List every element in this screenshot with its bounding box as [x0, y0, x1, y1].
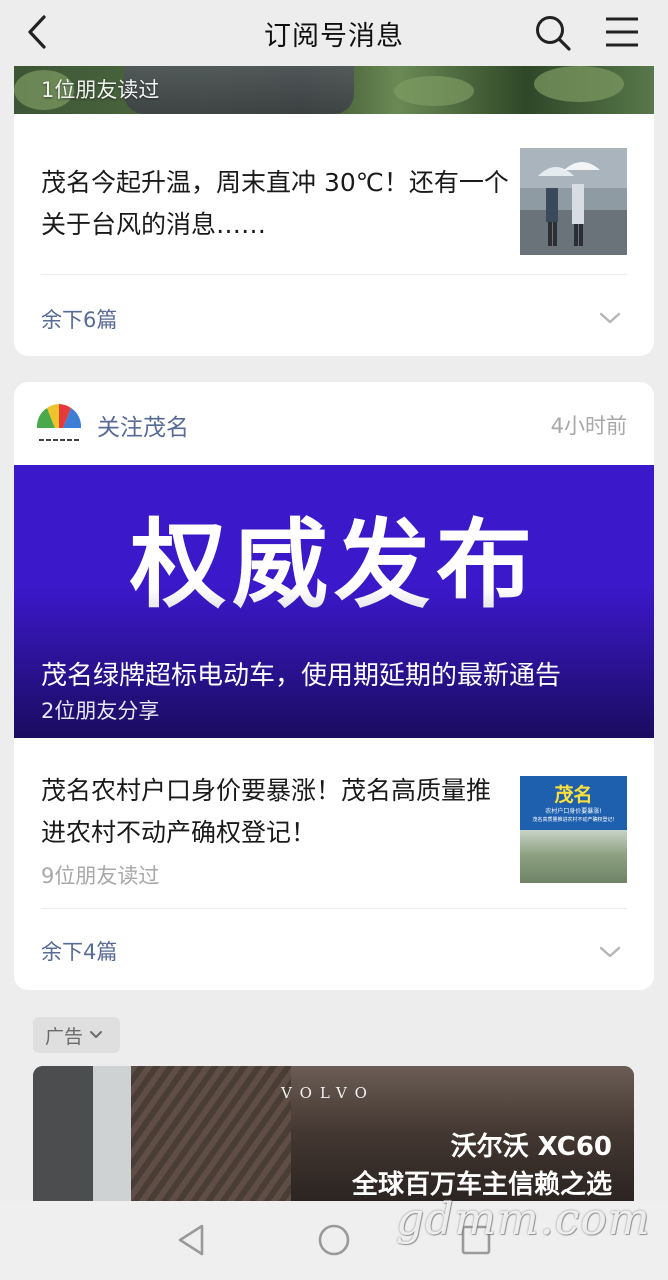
article-hero-image[interactable]: 1位朋友读过 — [14, 66, 654, 114]
featured-article-title[interactable]: 茂名绿牌超标电动车，使用期延期的最新通告 — [41, 655, 561, 692]
divider — [41, 274, 627, 275]
ad-label[interactable]: 广告 — [33, 1017, 120, 1053]
watermark: gdmm.com — [396, 1194, 651, 1245]
nav-back-icon[interactable] — [176, 1223, 206, 1261]
subscription-card: 关注茂名 4小时前 权威发布 茂名绿牌超标电动车，使用期延期的最新通告 2位朋友… — [14, 382, 654, 990]
featured-article-banner[interactable]: 权威发布 茂名绿牌超标电动车，使用期延期的最新通告 2位朋友分享 — [14, 465, 654, 738]
ad-background — [131, 1066, 291, 1201]
leaf-decoration — [394, 76, 474, 106]
article-title[interactable]: 茂名农村户口身价要暴涨！茂名高质量推进农村不动产确权登记！ — [41, 770, 511, 854]
article-item[interactable]: 茂名农村户口身价要暴涨！茂名高质量推进农村不动产确权登记！ 9位朋友读过 茂名 … — [14, 738, 654, 908]
thumbnail-title: 茂名 — [554, 784, 593, 806]
article-title[interactable]: 茂名今起升温，周末直冲 30℃！还有一个关于台风的消息…… — [41, 162, 511, 246]
article-thumbnail[interactable]: 茂名 农村户口身价要暴涨! 茂名高质量推进农村不动产确权登记! — [520, 776, 627, 883]
back-arrow-icon[interactable] — [20, 14, 54, 50]
account-name[interactable]: 关注茂名 — [97, 408, 189, 442]
read-by-friends: 9位朋友读过 — [41, 864, 160, 888]
account-avatar[interactable] — [33, 398, 85, 450]
ad-background — [93, 1066, 131, 1201]
shared-by-friends: 2位朋友分享 — [41, 699, 160, 723]
thumbnail-subtitle: 茂名高质量推进农村不动产确权登记! — [532, 817, 615, 823]
remaining-articles-link[interactable]: 余下6篇 — [41, 304, 117, 334]
leaf-decoration — [534, 66, 624, 102]
page-title: 订阅号消息 — [264, 20, 404, 52]
ad-headline: 沃尔沃 XC60 — [450, 1132, 612, 1162]
chevron-down-icon[interactable] — [598, 944, 622, 960]
chevron-down-icon — [90, 1031, 103, 1038]
ad-background — [33, 1066, 93, 1201]
divider — [41, 908, 627, 909]
post-time: 4小时前 — [550, 414, 627, 438]
ad-label-text: 广告 — [45, 1025, 84, 1048]
chevron-down-icon[interactable] — [598, 310, 622, 326]
article-item[interactable]: 茂名今起升温，周末直冲 30℃！还有一个关于台风的消息…… — [14, 114, 654, 274]
top-bar: 订阅号消息 — [0, 0, 668, 66]
ad-banner[interactable]: VOLVO 沃尔沃 XC60 全球百万车主信赖之选 — [33, 1066, 634, 1201]
search-icon[interactable] — [532, 12, 574, 54]
thumbnail-photo — [520, 830, 627, 883]
article-thumbnail[interactable] — [520, 148, 627, 255]
remaining-articles-link[interactable]: 余下4篇 — [41, 936, 117, 966]
ad-brand-logo: VOLVO — [281, 1084, 375, 1102]
read-by-friends: 1位朋友读过 — [41, 78, 160, 102]
menu-icon[interactable] — [602, 14, 642, 50]
thumbnail-subtitle: 农村户口身价要暴涨! — [545, 808, 602, 815]
nav-home-icon[interactable] — [317, 1223, 351, 1261]
subscription-card: 1位朋友读过 茂名今起升温，周末直冲 30℃！还有一个关于台风的消息…… 余下6… — [14, 66, 654, 356]
